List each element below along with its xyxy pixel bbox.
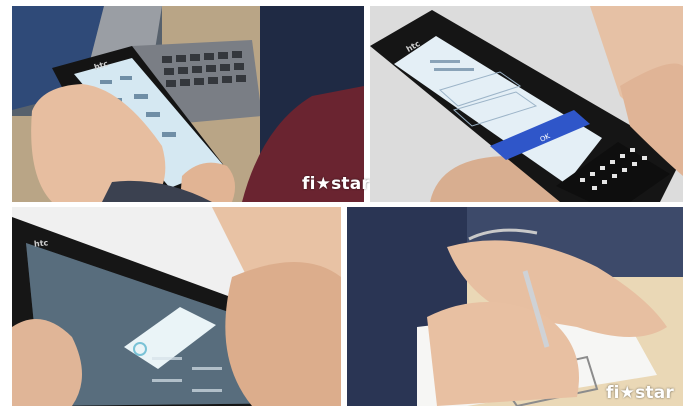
phone-brand-label: htc (33, 238, 49, 249)
photo-sign-in-screen: htc OK (370, 6, 683, 202)
photo-loading-dialog: htc (12, 207, 341, 406)
fitstar-logo: fi★star (302, 174, 370, 194)
photo-writing-on-paper (347, 207, 683, 406)
photo-phone-near-laptop: htc (12, 6, 364, 202)
fitstar-logo: fi★star (606, 383, 674, 403)
